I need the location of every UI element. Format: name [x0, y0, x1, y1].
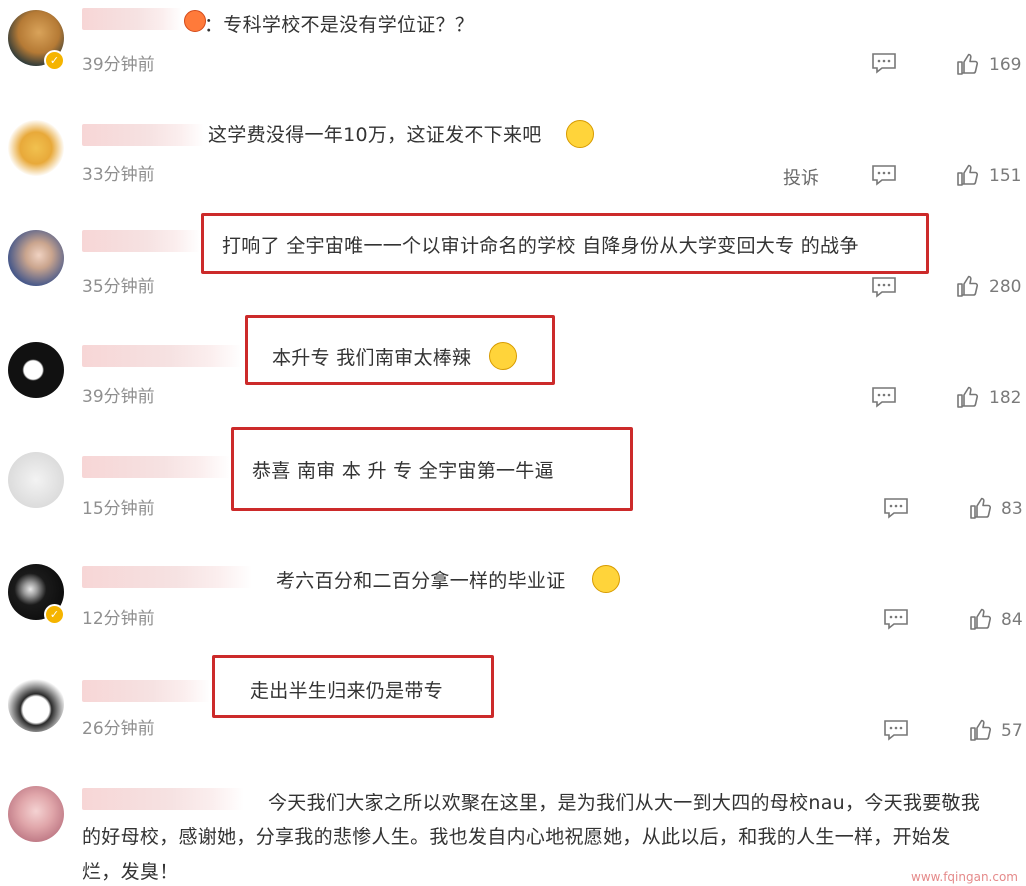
username-redacted[interactable] — [82, 8, 182, 30]
comment-time: 15分钟前 — [82, 499, 155, 519]
like-count: 83 — [1001, 499, 1023, 519]
reply-icon[interactable] — [871, 52, 897, 74]
comment-time: 39分钟前 — [82, 55, 155, 75]
comment-time: 12分钟前 — [82, 609, 155, 629]
like-icon[interactable] — [969, 607, 993, 631]
comment-text: 恭喜 南审 本 升 专 全宇宙第一牛逼 — [252, 460, 554, 482]
username-redacted[interactable] — [82, 456, 230, 478]
like-icon[interactable] — [956, 385, 980, 409]
comment-text: ：专科学校不是没有学位证？？ — [204, 14, 475, 36]
comment-text: 打响了 全宇宙唯一一个以审计命名的学校 自降身份从大学变回大专 的战争 — [222, 235, 859, 257]
avatar[interactable] — [8, 676, 64, 732]
avatar[interactable] — [8, 786, 64, 842]
comment-time: 39分钟前 — [82, 387, 155, 407]
like-icon[interactable] — [969, 496, 993, 520]
reply-icon[interactable] — [871, 276, 897, 298]
username-redacted[interactable] — [82, 124, 204, 146]
username-redacted[interactable] — [82, 788, 244, 810]
comment-time: 26分钟前 — [82, 719, 155, 739]
like-count: 84 — [1001, 610, 1023, 630]
comment-time: 33分钟前 — [82, 165, 155, 185]
emoji-icon — [184, 10, 206, 32]
comment-text-line-3: 烂，发臭！ — [82, 861, 179, 883]
verified-badge-icon: ✓ — [44, 604, 65, 625]
like-count: 280 — [989, 277, 1022, 297]
comment-text-line-2: 的好母校，感谢她，分享我的悲惨人生。我也发自内心地祝愿她，从此以后，和我的人生一… — [82, 826, 951, 848]
emoji-icon — [592, 565, 620, 593]
avatar[interactable] — [8, 342, 64, 398]
username-redacted[interactable] — [82, 680, 210, 702]
comment-text: 走出半生归来仍是带专 — [250, 680, 444, 702]
comment-text-line-1: 今天我们大家之所以欢聚在这里，是为我们从大一到大四的母校nau，今天我要敬我 — [268, 792, 981, 814]
verified-badge-icon: ✓ — [44, 50, 65, 71]
comment-text: 这学费没得一年10万，这证发不下来吧 — [208, 124, 542, 146]
like-icon[interactable] — [956, 163, 980, 187]
like-count: 169 — [989, 55, 1022, 75]
emoji-icon — [566, 120, 594, 148]
username-redacted[interactable] — [82, 566, 252, 588]
avatar[interactable] — [8, 230, 64, 286]
reply-icon[interactable] — [871, 164, 897, 186]
avatar[interactable] — [8, 120, 64, 176]
avatar[interactable] — [8, 452, 64, 508]
like-icon[interactable] — [956, 274, 980, 298]
like-icon[interactable] — [969, 718, 993, 742]
comment-text: 考六百分和二百分拿一样的毕业证 — [276, 570, 566, 592]
comment-time: 35分钟前 — [82, 277, 155, 297]
like-count: 151 — [989, 166, 1022, 186]
reply-icon[interactable] — [871, 386, 897, 408]
reply-icon[interactable] — [883, 608, 909, 630]
emoji-icon — [489, 342, 517, 370]
like-count: 182 — [989, 388, 1022, 408]
reply-icon[interactable] — [883, 497, 909, 519]
report-button[interactable]: 投诉 — [783, 164, 819, 190]
like-count: 57 — [1001, 721, 1023, 741]
watermark: www.fqingan.com — [911, 870, 1018, 884]
username-redacted[interactable] — [82, 345, 242, 367]
username-redacted[interactable] — [82, 230, 200, 252]
like-icon[interactable] — [956, 52, 980, 76]
comment-text: 本升专 我们南审太棒辣 — [272, 347, 472, 369]
reply-icon[interactable] — [883, 719, 909, 741]
